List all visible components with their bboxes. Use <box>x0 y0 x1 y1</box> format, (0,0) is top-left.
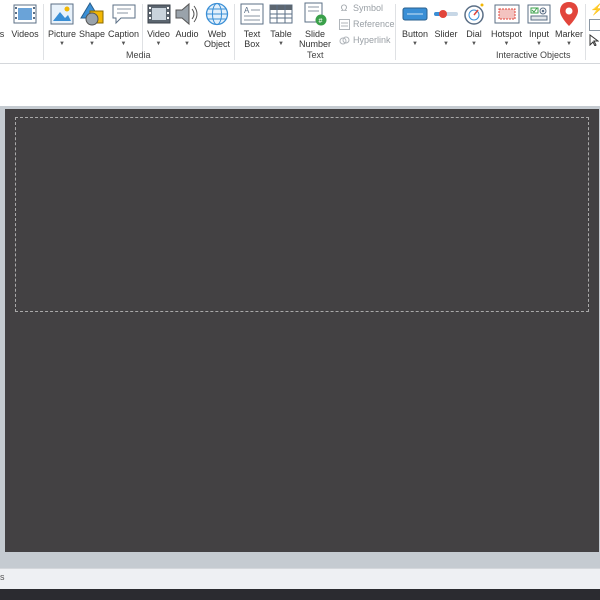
globe-icon <box>204 1 230 27</box>
shape-label: Shape <box>78 29 106 39</box>
partial-button-left[interactable]: s <box>0 0 8 52</box>
text-box-button[interactable]: A Text Box <box>238 0 266 52</box>
slider-label: Slider <box>434 29 458 39</box>
audio-button[interactable]: Audio ▼ <box>173 0 201 52</box>
table-icon <box>268 1 294 27</box>
taskbar <box>0 589 600 600</box>
hotspot-icon <box>494 1 520 27</box>
chevron-down-icon: ▼ <box>443 41 449 47</box>
media-group-label: Media <box>126 50 151 60</box>
input-button[interactable]: Input ▼ <box>525 0 553 52</box>
chevron-down-icon: ▼ <box>155 41 162 47</box>
separator <box>234 4 235 60</box>
status-bar: s <box>0 568 600 589</box>
separator <box>395 4 396 60</box>
button-label: Button <box>401 29 429 39</box>
table-button[interactable]: Table ▼ <box>267 0 295 52</box>
dial-button[interactable]: Dial ▼ <box>461 0 487 52</box>
chevron-down-icon: ▼ <box>412 41 418 47</box>
slide-number-label: Slide Number <box>298 29 331 49</box>
slider-button[interactable]: Slider ▼ <box>432 0 460 52</box>
svg-text:#: # <box>319 18 323 25</box>
caption-button[interactable]: Caption ▼ <box>107 0 140 52</box>
hyperlink-label: Hyperlink <box>353 35 391 45</box>
picture-button[interactable]: Picture ▼ <box>47 0 77 52</box>
chevron-down-icon: ▼ <box>184 41 190 47</box>
chevron-down-icon: ▼ <box>120 41 127 47</box>
cursor-icon[interactable] <box>589 33 600 47</box>
workspace-header-strip <box>0 64 600 106</box>
videos-label: Videos <box>11 29 39 39</box>
speaker-icon <box>174 1 200 27</box>
omega-icon: Ω <box>340 3 348 13</box>
hotspot-label: Hotspot <box>490 29 523 39</box>
separator <box>43 4 44 60</box>
reference-button[interactable]: Reference <box>338 17 395 31</box>
table-label: Table <box>270 29 292 39</box>
button-icon <box>402 1 428 27</box>
stage-area <box>0 106 600 568</box>
svg-text:A: A <box>244 6 250 15</box>
text-box-icon: A <box>239 1 265 27</box>
chevron-down-icon: ▼ <box>536 41 542 47</box>
picture-icon <box>49 1 75 27</box>
text-box-label: Text Box <box>243 29 261 49</box>
map-pin-icon <box>556 1 582 27</box>
caption-icon <box>111 1 137 27</box>
slider-icon <box>433 1 459 27</box>
slide-number-icon: # <box>302 1 328 27</box>
slide-number-button[interactable]: # Slide Number <box>296 0 334 52</box>
content-placeholder[interactable] <box>15 117 589 312</box>
video-button[interactable]: Video ▼ <box>145 0 172 52</box>
hyperlink-icon <box>338 34 350 46</box>
caption-label: Caption <box>107 29 140 39</box>
video-label: Video <box>147 29 170 39</box>
lightning-icon[interactable]: ⚡ <box>590 3 600 17</box>
partial-box-icon[interactable] <box>589 19 600 31</box>
reference-label: Reference <box>353 19 395 29</box>
input-icon <box>526 1 552 27</box>
symbol-button[interactable]: Ω Symbol <box>338 1 383 15</box>
interactive-objects-group-label: Interactive Objects <box>496 50 571 60</box>
chevron-down-icon: ▼ <box>471 41 477 47</box>
web-object-button[interactable]: Web Object <box>202 0 232 52</box>
chevron-down-icon: ▼ <box>503 41 510 47</box>
insert-ribbon: s Videos Picture ▼ Shape ▼ Caption ▼ Vid… <box>0 0 600 64</box>
reference-icon <box>338 18 350 30</box>
text-group-label: Text <box>307 50 324 60</box>
videos-icon <box>12 1 38 27</box>
videos-button[interactable]: Videos <box>9 0 41 52</box>
picture-label: Picture <box>47 29 76 39</box>
chevron-down-icon: ▼ <box>59 41 65 47</box>
audio-label: Audio <box>175 29 199 39</box>
input-label: Input <box>528 29 550 39</box>
chevron-down-icon: ▼ <box>89 41 95 47</box>
dial-label: Dial <box>466 29 482 39</box>
web-object-label: Web Object <box>203 29 230 49</box>
button-object-button[interactable]: Button ▼ <box>399 0 431 52</box>
shape-button[interactable]: Shape ▼ <box>78 0 106 52</box>
dial-icon <box>461 1 487 27</box>
shape-icon <box>79 1 105 27</box>
slide-canvas[interactable] <box>5 109 599 552</box>
hyperlink-button[interactable]: Hyperlink <box>338 33 391 47</box>
hotspot-button[interactable]: Hotspot ▼ <box>489 0 524 52</box>
symbol-label: Symbol <box>353 3 384 13</box>
marker-label: Marker <box>554 29 583 39</box>
chevron-down-icon: ▼ <box>566 41 572 47</box>
chevron-down-icon: ▼ <box>278 41 284 47</box>
separator <box>585 4 586 60</box>
status-text: s <box>0 572 5 582</box>
marker-button[interactable]: Marker ▼ <box>554 0 584 52</box>
video-icon <box>146 1 172 27</box>
